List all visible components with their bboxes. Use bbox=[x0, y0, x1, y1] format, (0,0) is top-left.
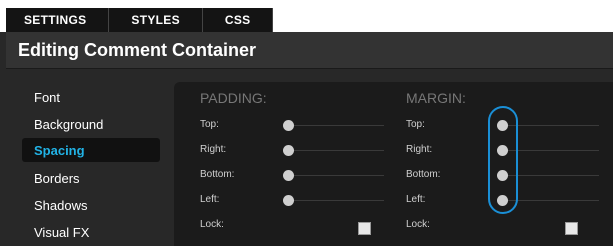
sidebar-item-borders[interactable]: Borders bbox=[34, 171, 80, 186]
sidebar-item-background[interactable]: Background bbox=[34, 117, 103, 132]
sidebar-item-shadows[interactable]: Shadows bbox=[34, 198, 87, 213]
padding-top-slider[interactable] bbox=[288, 125, 384, 126]
page-title: Editing Comment Container bbox=[18, 40, 256, 60]
padding-lock-checkbox[interactable] bbox=[358, 222, 371, 235]
tab-settings[interactable]: SETTINGS bbox=[6, 8, 110, 32]
padding-top-label: Top: bbox=[200, 119, 219, 130]
padding-right-label: Right: bbox=[200, 144, 227, 155]
padding-bottom-knob[interactable] bbox=[283, 170, 294, 181]
padding-right-slider[interactable] bbox=[288, 150, 384, 151]
top-bar: SETTINGS STYLES CSS bbox=[0, 0, 613, 32]
padding-lock-label: Lock: bbox=[200, 219, 224, 230]
padding-left-label: Left: bbox=[200, 194, 220, 205]
sidebar-item-label: Spacing bbox=[34, 143, 85, 158]
sidebar-item-visual-fx[interactable]: Visual FX bbox=[34, 225, 89, 240]
spacing-panel bbox=[174, 82, 613, 246]
sidebar-item-font[interactable]: Font bbox=[34, 90, 60, 105]
padding-left-knob[interactable] bbox=[283, 195, 294, 206]
margin-left-label: Left: bbox=[406, 194, 426, 205]
title-bar: Editing Comment Container bbox=[6, 32, 613, 69]
padding-right-knob[interactable] bbox=[283, 145, 294, 156]
margin-top-label: Top: bbox=[406, 119, 425, 130]
padding-bottom-label: Bottom: bbox=[200, 169, 235, 180]
margin-lock-label: Lock: bbox=[406, 219, 430, 230]
padding-title: PADDING: bbox=[200, 90, 267, 106]
margin-lock-checkbox[interactable] bbox=[565, 222, 578, 235]
margin-right-label: Right: bbox=[406, 144, 433, 155]
padding-top-knob[interactable] bbox=[283, 120, 294, 131]
margin-title: MARGIN: bbox=[406, 90, 466, 106]
tab-styles[interactable]: STYLES bbox=[109, 8, 203, 32]
margin-bottom-label: Bottom: bbox=[406, 169, 441, 180]
tab-css[interactable]: CSS bbox=[202, 8, 274, 32]
sidebar-item-spacing[interactable]: Spacing bbox=[22, 138, 160, 162]
padding-bottom-slider[interactable] bbox=[288, 175, 384, 176]
tab-bar: SETTINGS STYLES CSS bbox=[6, 8, 274, 32]
padding-left-slider[interactable] bbox=[288, 200, 384, 201]
margin-knobs-highlight-annotation bbox=[488, 106, 518, 214]
